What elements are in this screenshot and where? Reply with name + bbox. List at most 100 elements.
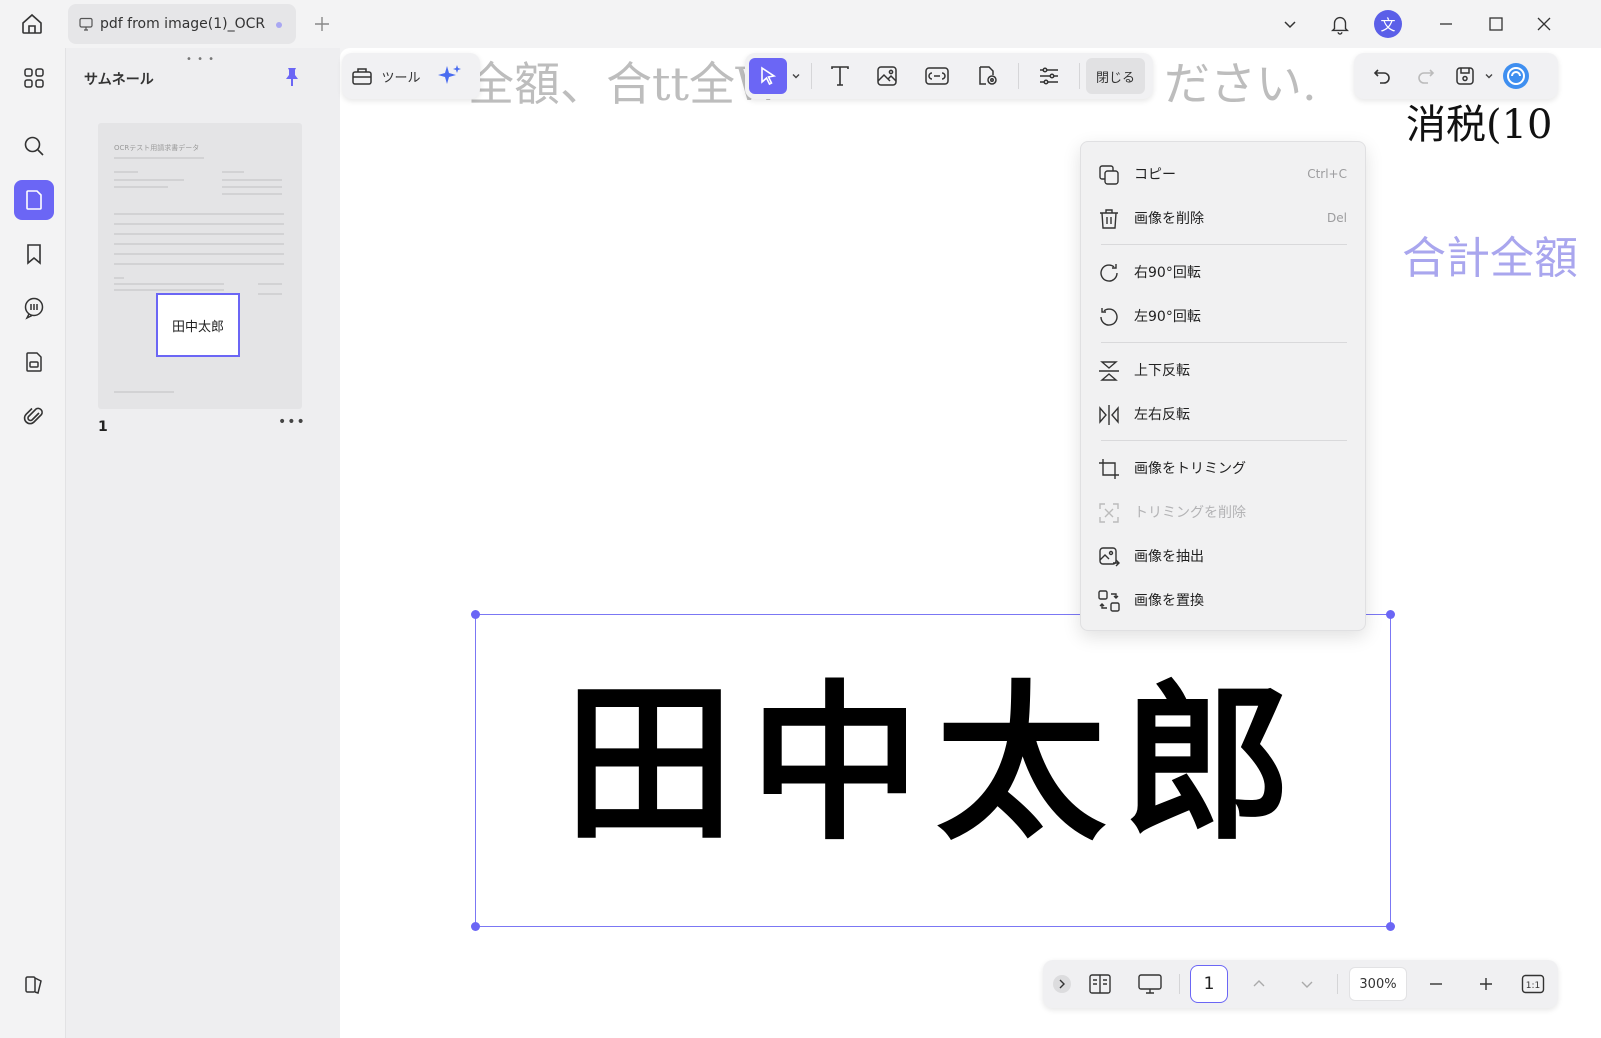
zoom-level[interactable]: 300% — [1349, 967, 1407, 1001]
page-thumbnail[interactable]: OCRテスト用請求書データ 田中太郎 — [98, 123, 302, 409]
minimize-icon[interactable] — [1432, 8, 1460, 40]
total-text: 合計全額 — [1402, 233, 1578, 284]
page-layout-icon[interactable] — [1085, 970, 1115, 998]
resize-handle[interactable] — [471, 922, 480, 931]
thumbnail-signature: 田中太郎 — [156, 293, 240, 357]
thumbnail-text-line — [222, 179, 282, 181]
edit-toolbar: 閉じる — [745, 53, 1153, 99]
bottom-separator — [1337, 974, 1338, 994]
new-tab-button[interactable] — [310, 12, 334, 36]
thumbnail-text-line — [114, 243, 284, 245]
rotate-right-icon — [1097, 261, 1121, 285]
chevron-down-icon[interactable] — [787, 58, 805, 94]
toolbar-separator — [811, 63, 812, 89]
thumbnail-text-line — [114, 171, 138, 173]
prev-page-icon[interactable] — [1247, 970, 1271, 998]
remove-crop-icon — [1097, 501, 1121, 525]
unsaved-dot — [276, 22, 282, 28]
undo-icon[interactable] — [1360, 58, 1404, 94]
resize-handle[interactable] — [471, 610, 480, 619]
resize-handle[interactable] — [1386, 610, 1395, 619]
presentation-icon[interactable] — [1135, 970, 1165, 998]
link-tool-icon[interactable] — [912, 58, 962, 94]
menu-item-rotate-right[interactable]: 右90°回転 — [1081, 252, 1367, 292]
ai-assistant-icon[interactable] — [1496, 58, 1536, 94]
ai-sparkle-icon[interactable] — [428, 58, 472, 94]
tools-button[interactable]: ツール — [342, 58, 422, 94]
resize-handle[interactable] — [1386, 922, 1395, 931]
pages-icon[interactable] — [14, 180, 54, 220]
copy-icon — [1097, 163, 1121, 187]
expand-chevron-icon[interactable] — [1051, 970, 1073, 998]
select-tool-icon[interactable] — [749, 58, 787, 94]
bell-icon[interactable] — [1326, 8, 1354, 40]
menu-item-flip-horizontal[interactable]: 左右反転 — [1081, 394, 1367, 434]
apps-icon[interactable] — [14, 58, 54, 98]
text-tool-icon[interactable] — [818, 58, 862, 94]
thumbnail-text-line — [114, 179, 184, 181]
next-page-icon[interactable] — [1295, 970, 1319, 998]
left-rail — [0, 48, 66, 1038]
comment-icon[interactable] — [14, 288, 54, 328]
panel-grip[interactable]: • • • — [186, 54, 215, 65]
bottom-bar: 1 300% 1:1 — [1043, 960, 1558, 1008]
menu-item-rotate-left[interactable]: 左90°回転 — [1081, 296, 1367, 336]
title-bar: pdf from image(1)_OCR 文 — [0, 0, 1601, 48]
menu-item-label: 画像を削除 — [1134, 211, 1204, 227]
watermark-tool-icon[interactable] — [962, 58, 1012, 94]
thumbnail-text-line — [222, 186, 282, 188]
flip-vertical-icon — [1097, 359, 1121, 383]
monitor-icon — [78, 16, 94, 32]
tab-title: pdf from image(1)_OCR — [100, 16, 266, 32]
zoom-out-icon[interactable] — [1423, 970, 1449, 998]
close-edit-button[interactable]: 閉じる — [1086, 58, 1146, 94]
thumbnail-text-line — [114, 289, 224, 291]
properties-icon[interactable] — [1025, 58, 1073, 94]
thumbnail-text-line — [114, 233, 284, 235]
tools-group: ツール — [342, 53, 480, 99]
thumbnail-text-line — [258, 283, 282, 285]
avatar-letter: 文 — [1374, 10, 1402, 38]
menu-item-extract-image[interactable]: 画像を抽出 — [1081, 536, 1367, 576]
attachment-icon[interactable] — [14, 396, 54, 436]
close-icon[interactable] — [1530, 8, 1558, 40]
menu-item-flip-vertical[interactable]: 上下反転 — [1081, 350, 1367, 390]
chevron-down-icon[interactable] — [1276, 8, 1304, 40]
actual-size-icon[interactable]: 1:1 — [1519, 970, 1547, 998]
document-tab[interactable]: pdf from image(1)_OCR — [68, 4, 296, 44]
extract-image-icon — [1097, 545, 1121, 569]
menu-item-remove-crop: トリミングを削除 — [1081, 492, 1367, 532]
fit-label: 1:1 — [1526, 981, 1540, 991]
maximize-icon[interactable] — [1482, 8, 1510, 40]
menu-item-delete-image[interactable]: 画像を削除 Del — [1081, 198, 1367, 238]
image-tool-icon[interactable] — [862, 58, 912, 94]
search-icon[interactable] — [14, 126, 54, 166]
layers-icon[interactable] — [14, 964, 54, 1004]
save-icon[interactable] — [1448, 58, 1482, 94]
redo-icon[interactable] — [1404, 58, 1448, 94]
menu-item-label: コピー — [1134, 167, 1176, 183]
page-number-input[interactable]: 1 — [1190, 965, 1228, 1003]
thumbnail-text-line — [114, 283, 224, 285]
menu-item-label: 左90°回転 — [1134, 309, 1201, 325]
bookmark-icon[interactable] — [14, 234, 54, 274]
rotate-left-icon — [1097, 305, 1121, 329]
menu-item-copy[interactable]: コピー Ctrl+C — [1081, 154, 1367, 194]
chevron-down-icon[interactable] — [1482, 58, 1496, 94]
toolbar-separator — [1079, 63, 1080, 89]
menu-item-replace-image[interactable]: 画像を置換 — [1081, 580, 1367, 620]
thumbnail-text-line — [114, 213, 284, 215]
selected-signature-image[interactable]: 田中太郎 — [471, 610, 1395, 931]
menu-item-shortcut: Ctrl+C — [1307, 167, 1347, 181]
menu-item-label: 左右反転 — [1134, 407, 1190, 423]
document-canvas: 全額、合tt全W ださい. 消税(10 合計全額 田中太郎 — [340, 48, 1601, 1038]
avatar[interactable]: 文 — [1374, 8, 1402, 40]
menu-item-crop-image[interactable]: 画像をトリミング — [1081, 448, 1367, 488]
zoom-in-icon[interactable] — [1473, 970, 1499, 998]
home-icon[interactable] — [16, 10, 48, 38]
form-icon[interactable] — [14, 342, 54, 382]
pin-icon[interactable] — [282, 66, 302, 88]
thumbnail-text-line — [114, 263, 284, 265]
thumbnail-text-line — [222, 171, 244, 173]
more-options-icon[interactable]: ••• — [278, 414, 306, 430]
